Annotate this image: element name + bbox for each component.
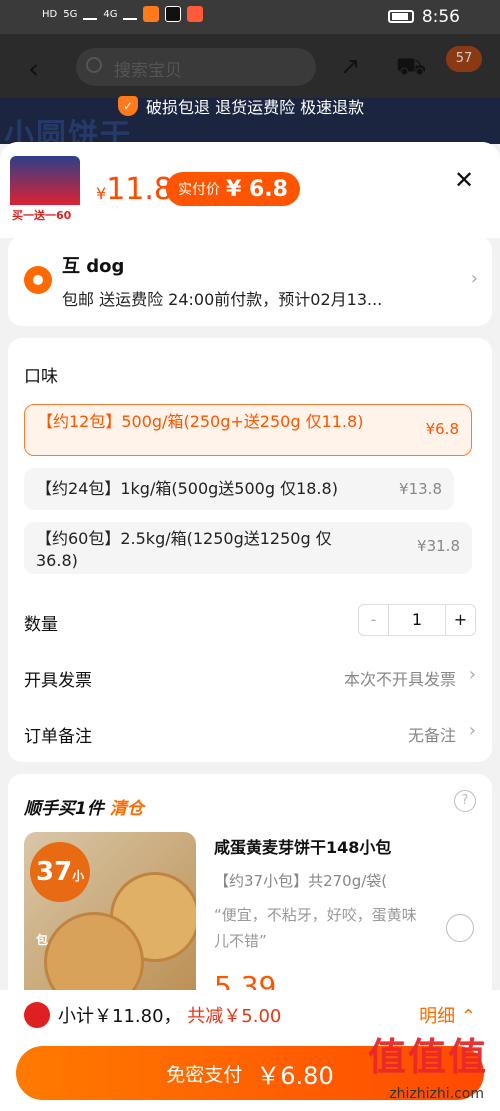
spec-card: 口味 【约12包】500g/箱(250g+送250g 仅11.8) ¥6.8 【…	[8, 338, 492, 762]
guarantee-bar: ✓ 破损包退 退货运费险 极速退款	[118, 94, 364, 118]
status-bar: HD 5G 4G 8:56	[0, 0, 500, 34]
option-60-packs[interactable]: 【约60包】2.5kg/箱(1250g送1250g 仅36.8) ¥31.8	[24, 522, 472, 574]
invoice-row[interactable]: 开具发票 本次不开具发票 ›	[24, 664, 476, 691]
sheet-header: 买一送一60 ¥11.8 实付价 ¥ 6.8 ✕	[0, 142, 500, 238]
option-label: 【约24包】1kg/箱(500g送500g 仅18.8)	[36, 479, 338, 498]
watermark-url: zhizhizhi.com	[389, 1086, 484, 1102]
watermark-logo: 值值值	[367, 1035, 488, 1079]
quantity-row: 数量 - 1 +	[24, 604, 476, 636]
discount-total: 共减￥5.00	[187, 1006, 282, 1027]
chevron-right-icon: ›	[470, 268, 478, 289]
price-detail-button[interactable]: 明细 ⌃	[419, 1002, 476, 1028]
product-thumbnail[interactable]: 买一送一60	[10, 156, 80, 226]
quantity-value[interactable]: 1	[389, 605, 445, 635]
recipient-name: 互 dog	[62, 256, 125, 277]
note-value: 无备注	[407, 726, 456, 745]
option-price: ¥31.8	[417, 537, 460, 555]
pay-amount: ￥6.80	[256, 1061, 334, 1090]
detail-label: 明细	[419, 1006, 456, 1027]
search-input[interactable]: 搜索宝贝	[76, 48, 316, 86]
guarantee-text: 破损包退 退货运费险 极速退款	[146, 98, 365, 117]
option-label: 【约12包】500g/箱(250g+送250g 仅11.8)	[37, 412, 364, 431]
location-pin-icon	[24, 266, 52, 294]
chevron-right-icon: ›	[468, 720, 476, 741]
taobao-icon	[143, 6, 160, 22]
chevron-up-icon: ⌃	[460, 1006, 476, 1027]
coupon-icon	[24, 1002, 50, 1028]
option-label: 【约60包】2.5kg/箱(1250g送1250g 仅36.8)	[36, 529, 332, 570]
note-row[interactable]: 订单备注 无备注 ›	[24, 720, 476, 747]
pay-label: 免密支付	[166, 1063, 243, 1086]
note-label: 订单备注	[24, 727, 92, 747]
cart-icon[interactable]: ⛟	[396, 52, 426, 83]
delivery-info: 包邮 送运费险 24:00前付款，预计02月13...	[62, 290, 383, 309]
option-12-packs[interactable]: 【约12包】500g/箱(250g+送250g 仅11.8) ¥6.8	[24, 404, 472, 456]
price-symbol: ¥	[96, 184, 107, 203]
addon-header-text: 顺手买1件	[24, 799, 104, 819]
background-nav: ‹ 搜索宝贝 ↗ ⛟ 57	[0, 34, 500, 100]
hd-label: HD	[42, 8, 58, 20]
option-price: ¥13.8	[399, 480, 442, 498]
back-icon[interactable]: ‹	[28, 52, 39, 85]
close-icon[interactable]: ✕	[454, 166, 474, 194]
5g-label: 5G	[63, 8, 78, 20]
address-card[interactable]: 互 dog 包邮 送运费险 24:00前付款，预计02月13... ›	[8, 236, 492, 326]
flavor-title: 口味	[24, 367, 58, 387]
subtotal-summary: 小计￥11.80， 共减￥5.00	[58, 1002, 281, 1028]
addon-review-quote: “便宜，不粘牙，好咬，蛋黄味儿不错”	[214, 906, 417, 950]
clock: 8:56	[421, 7, 460, 27]
signal-icon	[123, 8, 138, 20]
search-icon	[86, 57, 102, 73]
price: ¥11.8	[96, 172, 173, 207]
option-24-packs[interactable]: 【约24包】1kg/箱(500g送500g 仅18.8) ¥13.8	[24, 468, 454, 510]
4g-label: 4G	[103, 8, 118, 20]
addon-product-name[interactable]: 咸蛋黄麦芽饼干148小包	[214, 834, 391, 858]
decrease-button[interactable]: -	[359, 605, 389, 635]
chevron-right-icon: ›	[468, 664, 476, 685]
help-icon[interactable]: ?	[454, 790, 476, 812]
actual-price-value: ¥ 6.8	[226, 176, 288, 202]
subtotal: 小计￥11.80，	[58, 1006, 182, 1027]
invoice-value: 本次不开具发票	[343, 670, 456, 689]
actual-price-badge: 实付价 ¥ 6.8	[166, 172, 300, 206]
option-price: ¥6.8	[425, 420, 459, 438]
status-icons: HD 5G 4G	[42, 6, 204, 22]
battery-icon	[388, 10, 414, 23]
tiktok-icon	[165, 6, 182, 22]
quantity-stepper[interactable]: - 1 +	[358, 604, 476, 636]
increase-button[interactable]: +	[445, 605, 475, 635]
addon-header-highlight: 清仓	[109, 799, 144, 819]
addon-header: 顺手买1件 清仓	[24, 794, 144, 819]
addon-product-spec: 【约37小包】共270g/袋(	[214, 872, 388, 890]
quantity-label: 数量	[24, 615, 58, 635]
share-icon[interactable]: ↗	[340, 52, 360, 80]
search-placeholder: 搜索宝贝	[114, 61, 182, 81]
price-value: 11.8	[106, 172, 173, 207]
signal-icon	[83, 8, 98, 20]
thumb-promo: 买一送一60	[10, 206, 80, 226]
pack-count: 37	[36, 857, 73, 887]
addon-select-radio[interactable]	[446, 914, 474, 942]
actual-price-label: 实付价	[178, 182, 220, 198]
pack-count-badge: 37小包	[30, 842, 90, 947]
purchase-sheet: 买一送一60 ¥11.8 实付价 ¥ 6.8 ✕ 互 dog 包邮 送运费险 2…	[0, 142, 500, 1111]
cart-badge: 57	[446, 46, 482, 72]
app-notification-icon	[187, 6, 204, 22]
invoice-label: 开具发票	[24, 671, 92, 691]
